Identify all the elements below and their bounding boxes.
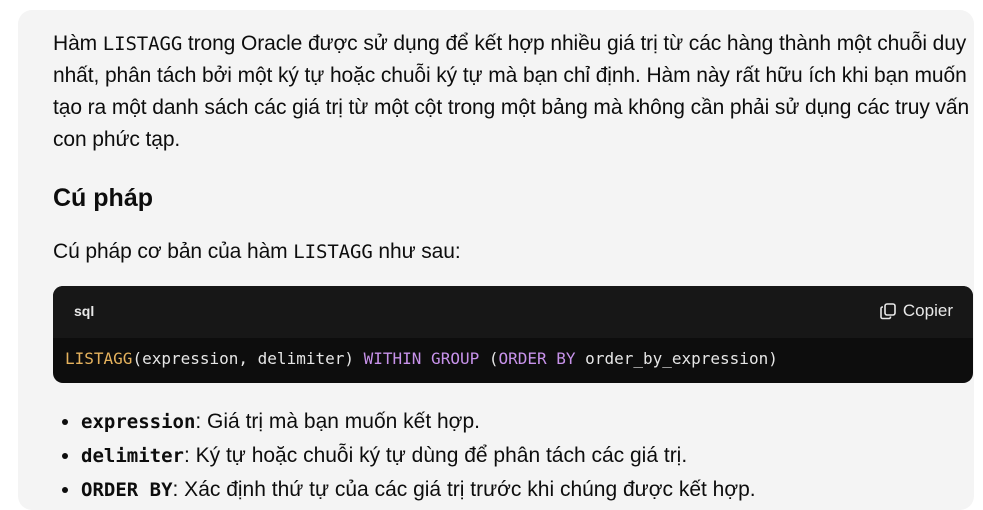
code-token-rest: order_by_expression) [575, 349, 778, 368]
copy-icon [879, 302, 897, 320]
syntax-intro-text-1: Cú pháp cơ bản của hàm [53, 240, 294, 263]
code-token-function: LISTAGG [65, 349, 133, 368]
param-desc: : Ký tự hoặc chuỗi ký tự dùng để phân tá… [183, 444, 688, 467]
code-token-args: (expression, delimiter) [132, 349, 364, 368]
inline-code-listagg: LISTAGG [102, 33, 183, 55]
param-name: expression [81, 411, 196, 433]
param-desc: : Giá trị mà bạn muốn kết hợp. [195, 410, 480, 433]
intro-paragraph: Hàm LISTAGG trong Oracle được sử dụng để… [53, 28, 973, 156]
code-line: LISTAGG(expression, delimiter) WITHIN GR… [65, 349, 778, 368]
intro-text-1: Hàm [53, 32, 103, 55]
list-item: expression: Giá trị mà bạn muốn kết hợp. [81, 405, 973, 439]
copy-label: Copier [902, 301, 953, 320]
message-card: Hàm LISTAGG trong Oracle được sử dụng để… [18, 10, 974, 510]
message-content: Hàm LISTAGG trong Oracle được sử dụng để… [53, 28, 973, 507]
inline-code-listagg-2: LISTAGG [293, 241, 373, 263]
code-block: sql Copier LISTAGG(expression, delimiter… [53, 286, 973, 383]
parameter-list: expression: Giá trị mà bạn muốn kết hợp.… [53, 405, 973, 507]
copy-code-button[interactable]: Copier [879, 301, 953, 321]
syntax-intro-text-2: như sau: [372, 240, 461, 263]
code-block-header: sql Copier [53, 286, 973, 338]
code-language-label: sql [74, 303, 95, 319]
code-token-within-group: WITHIN GROUP [363, 349, 480, 368]
syntax-intro: Cú pháp cơ bản của hàm LISTAGG như sau: [53, 236, 973, 268]
code-token-open: ( [479, 349, 499, 368]
code-token-order-by: ORDER BY [498, 349, 576, 368]
param-name: ORDER BY [81, 479, 173, 501]
param-name: delimiter [81, 445, 184, 467]
intro-text-2: trong Oracle được sử dụng để kết hợp nhi… [53, 32, 970, 151]
list-item: delimiter: Ký tự hoặc chuỗi ký tự dùng đ… [81, 439, 973, 473]
syntax-heading: Cú pháp [53, 184, 153, 212]
param-desc: : Xác định thứ tự của các giá trị trước … [172, 478, 756, 501]
